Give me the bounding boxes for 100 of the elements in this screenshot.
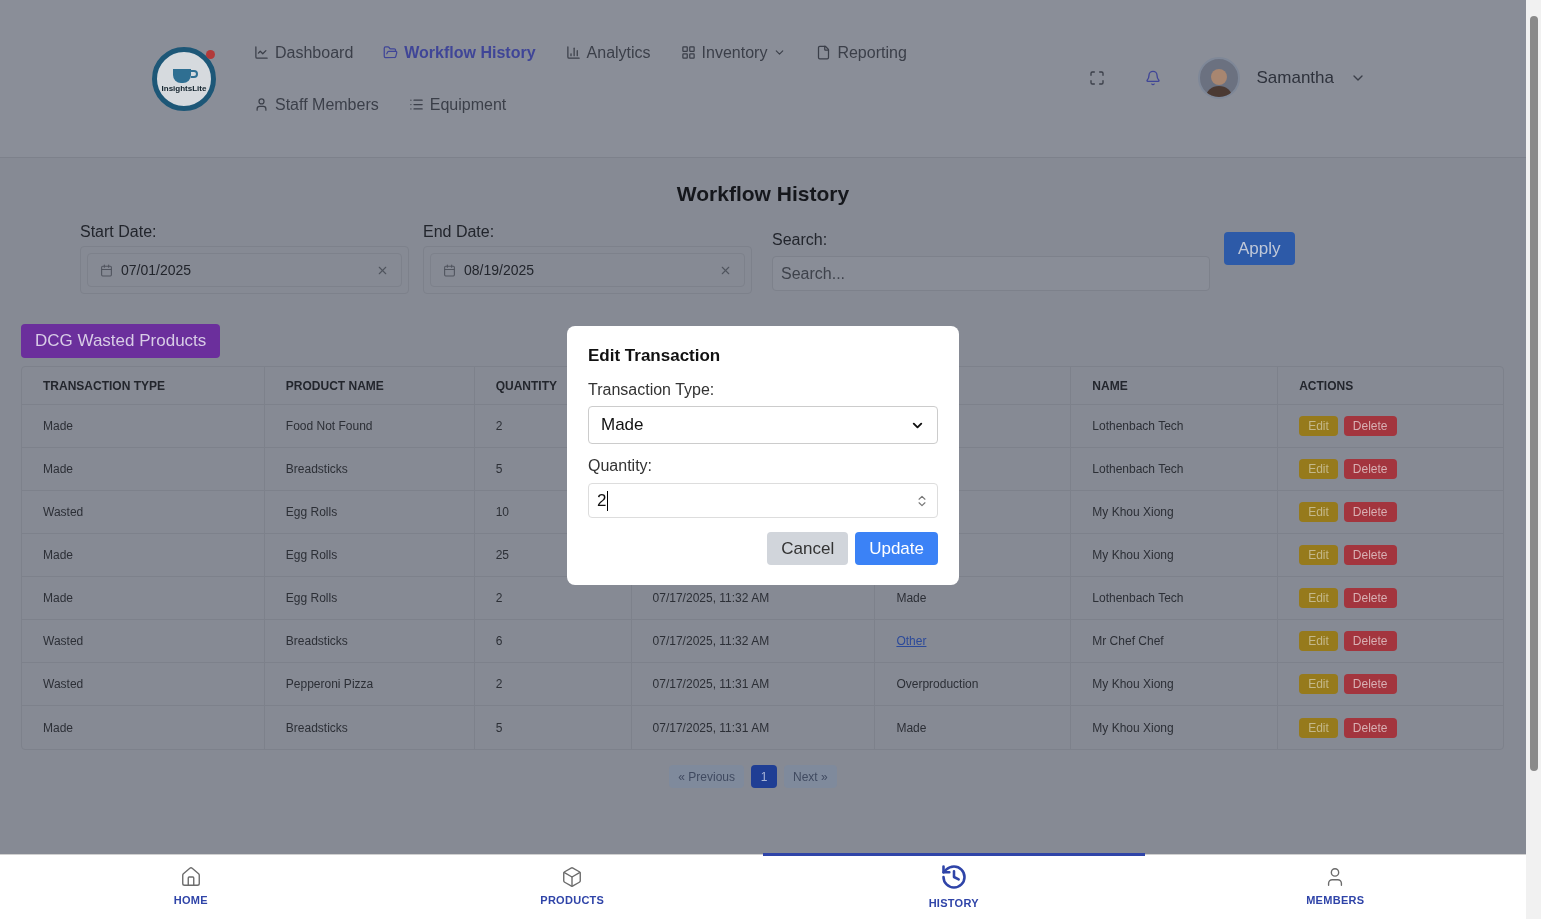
- list-icon: [408, 97, 424, 112]
- field-label: Start Date:: [80, 222, 158, 242]
- bar-chart-icon: [565, 45, 581, 60]
- delete-button[interactable]: Delete: [1343, 459, 1397, 479]
- previous-button[interactable]: « Previous: [669, 765, 744, 788]
- scrollbar[interactable]: [1526, 0, 1541, 919]
- user-icon: [254, 97, 269, 112]
- table-cell-text: Made: [43, 719, 74, 737]
- table-cell-text: Overproduction: [896, 676, 979, 693]
- table-cell-text: Egg Rolls: [285, 547, 338, 564]
- column-header: QUANTITY: [495, 377, 558, 395]
- column-header: PRODUCT NAME: [285, 377, 384, 395]
- edit-button[interactable]: Edit: [1299, 459, 1338, 479]
- table-cell-text: Made: [43, 418, 74, 435]
- table-cell-text: Lothenbach Tech: [1092, 590, 1184, 607]
- folder-icon: [383, 45, 399, 60]
- table-cell-text: Mr Chef Chef: [1092, 633, 1164, 650]
- date-field[interactable]: 07/01/2025: [87, 253, 402, 287]
- apply-button[interactable]: Apply: [1224, 232, 1295, 265]
- nav-link[interactable]: Workflow History: [383, 40, 536, 65]
- edit-button[interactable]: Edit: [1299, 717, 1338, 738]
- page-title: Workflow History: [675, 181, 851, 207]
- calendar-icon: [443, 263, 456, 277]
- date-field[interactable]: 08/19/2025: [430, 253, 745, 287]
- table-cell-text: Food Not Found: [285, 418, 373, 435]
- table-cell-text: 2: [495, 590, 503, 607]
- table-cell-text: 07/17/2025, 11:32 AM: [652, 633, 770, 650]
- nav-link[interactable]: Inventory: [680, 40, 787, 65]
- table-cell-text: 2: [495, 676, 503, 693]
- type-select[interactable]: Made: [588, 406, 938, 444]
- table-cell-text: Wasted: [43, 633, 84, 650]
- edit-button[interactable]: Edit: [1299, 588, 1338, 608]
- logo[interactable]: InsightsLite: [152, 46, 216, 111]
- cube-icon: [561, 866, 584, 889]
- delete-button[interactable]: Delete: [1343, 588, 1397, 608]
- line-chart-icon: [254, 45, 269, 60]
- table-cell-text: 10: [495, 504, 510, 521]
- history-icon: [939, 863, 968, 892]
- field-label: Search:: [772, 230, 829, 250]
- delete-button[interactable]: Delete: [1343, 674, 1397, 694]
- table-cell-text: My Khou Xiong: [1092, 504, 1174, 521]
- nav-link[interactable]: Reporting: [816, 40, 907, 65]
- table-cell-text: Breadsticks: [285, 461, 348, 478]
- grid-icon: [680, 45, 696, 60]
- user-name[interactable]: Samantha: [1256, 64, 1334, 91]
- edit-button[interactable]: Edit: [1299, 545, 1338, 565]
- table-cell-text: My Khou Xiong: [1092, 719, 1174, 737]
- nav-link[interactable]: Equipment: [408, 92, 507, 117]
- calendar-icon: [100, 263, 113, 277]
- update-button[interactable]: Update: [855, 532, 938, 565]
- nav-link[interactable]: Dashboard: [254, 40, 354, 65]
- table-cell-text: Breadsticks: [285, 719, 348, 737]
- field-label: Transaction Type:: [588, 380, 716, 400]
- delete-button[interactable]: Delete: [1343, 416, 1397, 436]
- table-cell-text: 07/17/2025, 11:32 AM: [652, 590, 770, 607]
- delete-button[interactable]: Delete: [1343, 717, 1397, 738]
- column-header: TRANSACTION TYPE: [43, 377, 165, 395]
- delete-button[interactable]: Delete: [1343, 545, 1397, 565]
- edit-button[interactable]: Edit: [1299, 631, 1338, 651]
- table-cell-text: Made: [896, 590, 927, 607]
- bell-icon[interactable]: [1144, 69, 1161, 86]
- edit-button[interactable]: Edit: [1299, 502, 1338, 522]
- edit-button[interactable]: Edit: [1299, 674, 1338, 694]
- table-cell-text: Made: [43, 590, 74, 607]
- table-cell-text: Egg Rolls: [285, 590, 338, 607]
- bottom-nav-tab[interactable]: HOME: [0, 853, 382, 919]
- fullscreen-icon[interactable]: [1088, 69, 1105, 86]
- cancel-button[interactable]: Cancel: [767, 532, 849, 565]
- search-field[interactable]: Search...: [772, 256, 1210, 291]
- delete-button[interactable]: Delete: [1343, 502, 1397, 522]
- table-cell-text: Wasted: [43, 676, 84, 693]
- table-cell-text: Made: [896, 719, 927, 737]
- table-cell-text: Lothenbach Tech: [1092, 418, 1184, 435]
- next-button[interactable]: Next »: [784, 765, 837, 788]
- table-cell-text: Egg Rolls: [285, 504, 338, 521]
- table-cell-text: Wasted: [43, 504, 84, 521]
- table-cell-text: 07/17/2025, 11:31 AM: [652, 676, 770, 693]
- table-cell-text: Made: [43, 547, 74, 564]
- table-cell-text: 2: [495, 418, 503, 435]
- logo-text: InsightsLite: [161, 84, 207, 93]
- table-cell-text: Breadsticks: [285, 633, 348, 650]
- table-cell-text: 6: [495, 633, 503, 650]
- file-icon: [816, 45, 832, 60]
- table-cell-text: Pepperoni Pizza: [285, 676, 374, 693]
- column-header: ACTIONS: [1299, 377, 1354, 395]
- field-label: Quantity:: [588, 456, 654, 476]
- field-label: End Date:: [423, 222, 496, 242]
- bottom-nav-tab[interactable]: MEMBERS: [1144, 853, 1526, 919]
- nav-link[interactable]: Analytics: [565, 40, 651, 65]
- edit-button[interactable]: Edit: [1299, 416, 1338, 436]
- page-button[interactable]: 1: [751, 765, 777, 788]
- reason-link[interactable]: Other: [896, 632, 927, 650]
- nav-link[interactable]: Staff Members: [254, 92, 379, 117]
- delete-button[interactable]: Delete: [1343, 631, 1397, 651]
- bottom-nav-tab[interactable]: PRODUCTS: [381, 853, 763, 919]
- table-cell-text: 07/17/2025, 11:31 AM: [652, 719, 770, 737]
- bottom-nav-tab[interactable]: HISTORY: [763, 853, 1145, 919]
- table-cell-text: 25: [495, 547, 510, 564]
- quantity-field[interactable]: 2: [588, 483, 938, 518]
- category-button[interactable]: DCG Wasted Products: [21, 324, 221, 358]
